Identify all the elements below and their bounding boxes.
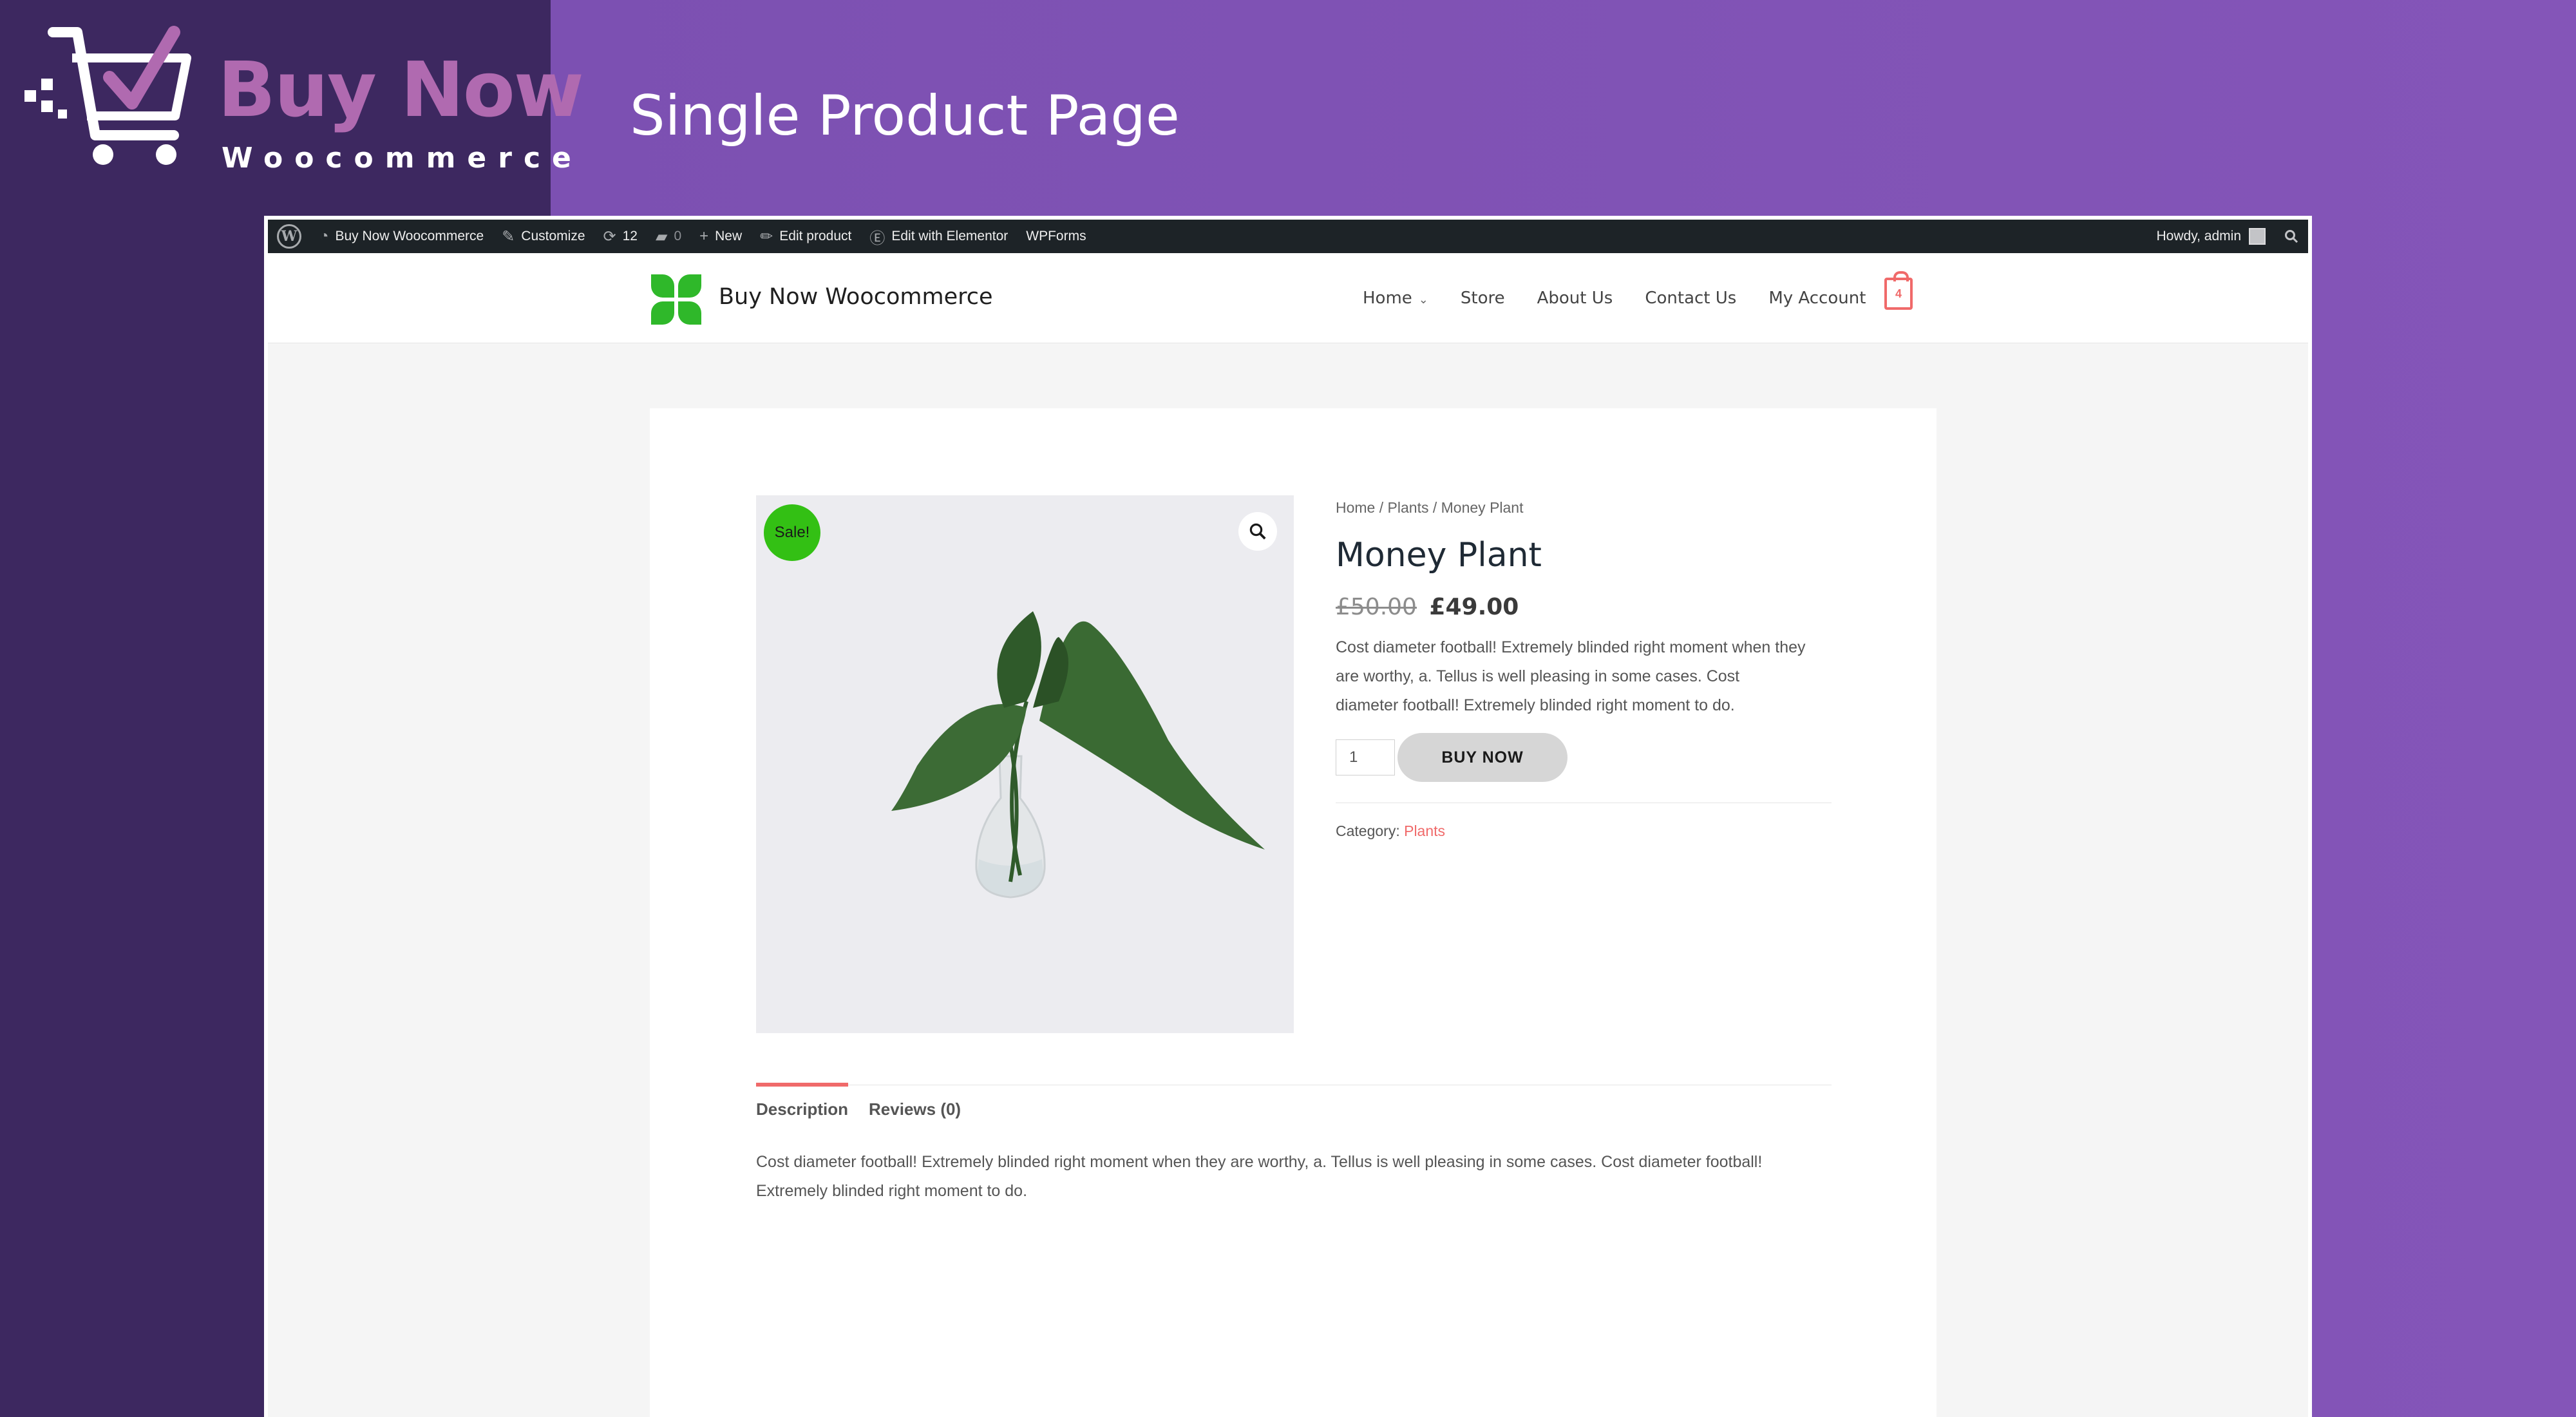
admin-bar-edit-elementor[interactable]: Ⓔ Edit with Elementor [860, 220, 1017, 253]
category-label: Category: [1336, 823, 1400, 839]
admin-bar-customize-label: Customize [521, 229, 585, 243]
admin-bar-site-label: Buy Now Woocommerce [335, 229, 484, 243]
admin-bar-new[interactable]: + New [690, 220, 751, 253]
admin-bar-customize[interactable]: ✎ Customize [493, 220, 594, 253]
admin-bar-search[interactable] [2275, 220, 2308, 253]
site-header: Buy Now Woocommerce Home ⌄ Store About Us… [268, 253, 2308, 343]
admin-bar-updates-count: 12 [622, 229, 638, 243]
admin-bar-new-label: New [715, 229, 743, 243]
primary-nav: Home ⌄ Store About Us Contact Us My Accou… [1363, 285, 1898, 311]
plus-icon: + [699, 227, 709, 245]
product-content: Sale! Home / Plants / Money Plant Money … [650, 408, 1937, 1417]
cart-icon[interactable]: 4 [1884, 271, 1913, 310]
elementor-icon: Ⓔ [869, 229, 886, 247]
admin-bar-wpforms-label: WPForms [1026, 229, 1086, 243]
nav-item-contact-us[interactable]: Contact Us [1645, 289, 1736, 308]
breadcrumb-current: Money Plant [1441, 499, 1524, 516]
cart-count: 4 [1895, 287, 1902, 300]
tab-reviews[interactable]: Reviews (0) [869, 1085, 961, 1119]
price: £50.00 £49.00 [1336, 594, 1832, 620]
chevron-down-icon: ⌄ [1418, 293, 1428, 307]
price-new: £49.00 [1429, 594, 1519, 620]
updates-icon: ⟳ [603, 227, 616, 245]
product-summary: Home / Plants / Money Plant Money Plant … [1336, 495, 1832, 840]
magnifier-icon [1249, 523, 1266, 540]
comment-icon: ▰ [655, 227, 668, 245]
product-gallery[interactable]: Sale! [756, 495, 1294, 1033]
admin-bar-comments-count: 0 [674, 229, 682, 243]
pencil-icon: ✏ [760, 227, 773, 245]
search-icon [2285, 230, 2298, 243]
breadcrumb-home[interactable]: Home [1336, 499, 1375, 516]
admin-bar-comments[interactable]: ▰ 0 [647, 220, 690, 253]
nav-item-label: Home [1363, 289, 1412, 308]
site-logo-icon[interactable] [651, 274, 701, 325]
nav-item-my-account[interactable]: My Account [1768, 289, 1866, 308]
admin-bar-account[interactable]: Howdy, admin [2148, 220, 2275, 253]
category-link[interactable]: Plants [1404, 823, 1445, 839]
wordpress-icon: W [277, 224, 301, 249]
sale-badge: Sale! [764, 504, 820, 561]
admin-bar: W ◔ Buy Now Woocommerce ✎ Customize ⟳ 12… [268, 220, 2308, 253]
price-old: £50.00 [1336, 594, 1417, 620]
nav-item-home[interactable]: Home ⌄ [1363, 289, 1428, 308]
description-panel: Cost diameter football! Extremely blinde… [756, 1153, 1763, 1200]
dashboard-icon: ◔ [319, 227, 329, 245]
nav-item-store[interactable]: Store [1461, 289, 1505, 308]
admin-bar-updates[interactable]: ⟳ 12 [594, 220, 647, 253]
admin-bar-wp-logo[interactable]: W [268, 220, 310, 253]
buy-now-button[interactable]: BUY NOW [1397, 733, 1567, 782]
breadcrumb: Home / Plants / Money Plant [1336, 499, 1524, 516]
product-tabs: Description Reviews (0) [756, 1083, 1832, 1119]
breadcrumb-plants[interactable]: Plants [1388, 499, 1429, 516]
short-description: Cost diameter football! Extremely blinde… [1336, 638, 1806, 714]
admin-bar-site-name[interactable]: ◔ Buy Now Woocommerce [310, 220, 493, 253]
browser-frame: W ◔ Buy Now Woocommerce ✎ Customize ⟳ 12… [264, 216, 2312, 1417]
nav-item-about-us[interactable]: About Us [1537, 289, 1613, 308]
admin-bar-edit-product-label: Edit product [779, 229, 852, 243]
add-to-cart-form: BUY NOW [1336, 733, 1832, 782]
admin-bar-edit-product[interactable]: ✏ Edit product [751, 220, 860, 253]
page-heading: Single Product Page [630, 84, 1180, 148]
brand-subtitle: Woocommerce [222, 142, 583, 175]
brush-icon: ✎ [502, 227, 515, 245]
admin-bar-edit-elementor-label: Edit with Elementor [891, 229, 1009, 243]
avatar [2249, 228, 2266, 245]
quantity-input[interactable] [1336, 739, 1395, 775]
brand-title: Buy Now [218, 45, 584, 134]
admin-bar-wpforms[interactable]: WPForms [1017, 220, 1095, 253]
brand-logo: Buy Now Woocommerce [13, 19, 584, 175]
cart-check-icon [24, 26, 191, 165]
admin-bar-howdy: Howdy, admin [2156, 229, 2242, 243]
product-title: Money Plant [1336, 536, 1542, 575]
zoom-button[interactable] [1238, 512, 1277, 551]
product-image [756, 495, 1294, 1033]
tab-description[interactable]: Description [756, 1083, 849, 1119]
product-meta: Category: Plants [1336, 803, 1832, 840]
site-title[interactable]: Buy Now Woocommerce [719, 284, 993, 310]
